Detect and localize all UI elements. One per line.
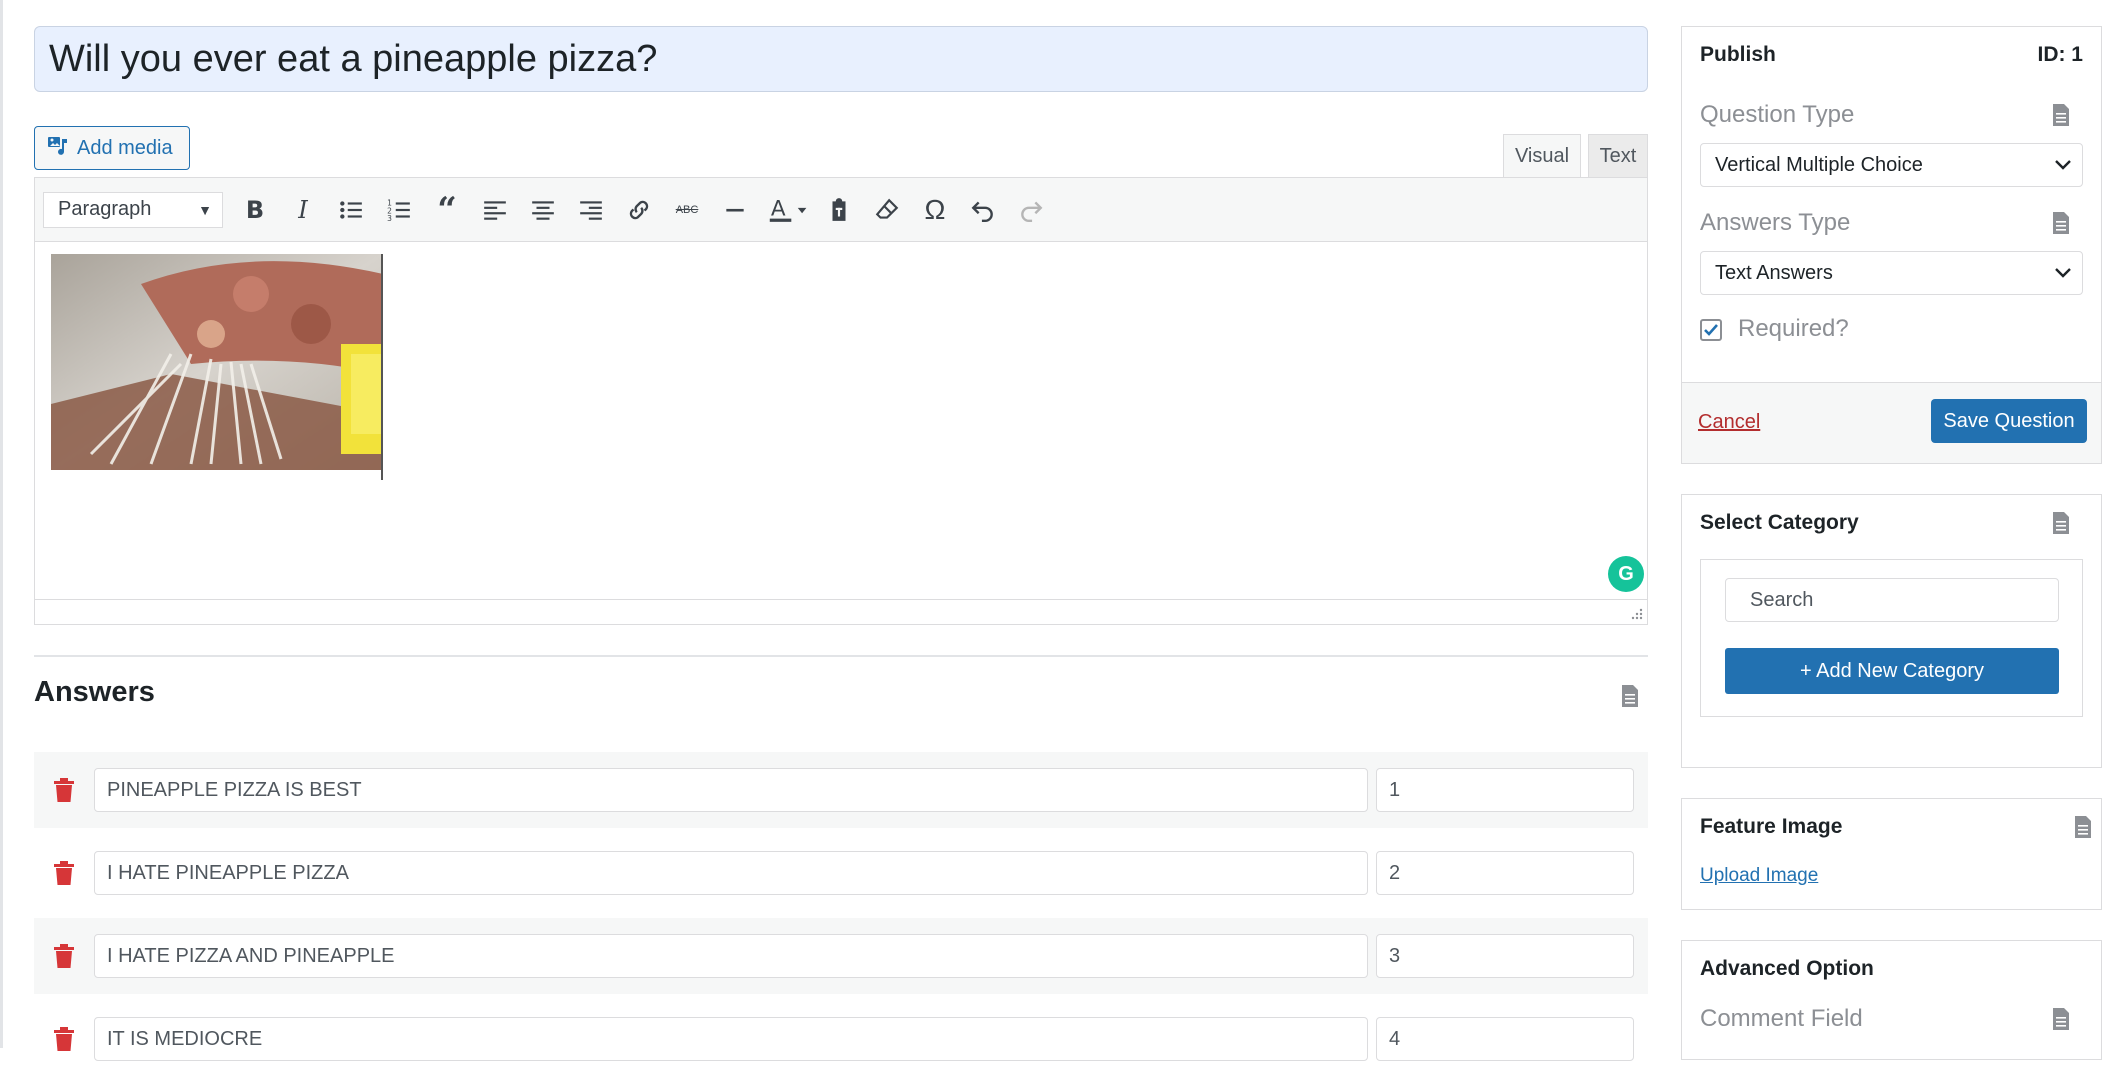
add-media-button[interactable]: Add media [34, 126, 190, 170]
document-icon[interactable] [1620, 684, 1640, 708]
chevron-down-icon [2054, 262, 2072, 285]
trash-icon[interactable] [34, 778, 94, 802]
text-cursor [381, 254, 383, 480]
answer-text-input[interactable]: IT IS MEDIOCRE [94, 1017, 1368, 1061]
resize-handle-icon[interactable] [1629, 606, 1643, 620]
undo-icon[interactable] [959, 188, 1007, 232]
document-icon[interactable] [2051, 103, 2071, 127]
pizza-image[interactable] [51, 254, 383, 470]
caret-down-icon: ▼ [198, 201, 212, 218]
checkmark-icon [1704, 324, 1718, 336]
answer-text-input[interactable]: I HATE PIZZA AND PINEAPPLE [94, 934, 1368, 978]
add-new-category-button[interactable]: + Add New Category [1725, 648, 2059, 694]
answer-text: I HATE PIZZA AND PINEAPPLE [107, 944, 395, 967]
blockquote-icon[interactable]: “ [423, 188, 471, 232]
comment-field-label: Comment Field [1700, 1005, 1863, 1032]
publish-footer: Cancel Save Question [1682, 382, 2101, 463]
answer-weight: 3 [1389, 944, 1401, 967]
advanced-option-heading: Advanced Option [1700, 957, 1874, 980]
answer-row: PINEAPPLE PIZZA IS BEST 1 [34, 752, 1648, 828]
answer-weight: 2 [1389, 861, 1401, 884]
numbered-list-icon[interactable]: 123 [375, 188, 423, 232]
tab-text[interactable]: Text [1588, 134, 1648, 178]
document-icon[interactable] [2073, 815, 2093, 839]
redo-icon[interactable] [1007, 188, 1055, 232]
chevron-down-icon [2054, 154, 2072, 177]
category-box: Search + Add New Category [1700, 559, 2083, 717]
answer-row: I HATE PIZZA AND PINEAPPLE 3 [34, 918, 1648, 994]
answers-heading: Answers [34, 676, 155, 708]
required-label: Required? [1738, 315, 1849, 342]
trash-icon[interactable] [34, 1027, 94, 1051]
strikethrough-icon[interactable]: ABC [663, 188, 711, 232]
question-title-text: Will you ever eat a pineapple pizza? [49, 37, 658, 80]
grammarly-icon[interactable]: G [1608, 556, 1644, 592]
section-divider [34, 655, 1648, 657]
clear-formatting-icon[interactable] [863, 188, 911, 232]
save-question-button[interactable]: Save Question [1931, 399, 2087, 443]
answer-text: IT IS MEDIOCRE [107, 1027, 263, 1050]
document-icon[interactable] [2051, 211, 2071, 235]
text-color-icon[interactable]: A [759, 188, 815, 232]
publish-panel: Publish ID: 1 Question Type Vertical Mul… [1681, 26, 2102, 464]
question-type-value: Vertical Multiple Choice [1715, 153, 1923, 176]
category-panel: Select Category Search + Add New Categor… [1681, 494, 2102, 768]
answer-text: PINEAPPLE PIZZA IS BEST [107, 778, 362, 801]
cancel-link[interactable]: Cancel [1698, 411, 1760, 434]
align-center-icon[interactable] [519, 188, 567, 232]
svg-text:3: 3 [387, 213, 392, 222]
answer-text-input[interactable]: I HATE PINEAPPLE PIZZA [94, 851, 1368, 895]
editor-statusbar [35, 599, 1647, 624]
left-border [0, 0, 3, 1048]
question-id: ID: 1 [2037, 43, 2083, 66]
answer-weight-input[interactable]: 1 [1376, 768, 1634, 812]
special-character-icon[interactable]: Ω [911, 188, 959, 232]
trash-icon[interactable] [34, 861, 94, 885]
align-left-icon[interactable] [471, 188, 519, 232]
answers-type-value: Text Answers [1715, 261, 1833, 284]
answer-weight: 4 [1389, 1027, 1401, 1050]
answers-type-select[interactable]: Text Answers [1700, 251, 2083, 295]
format-select[interactable]: Paragraph ▼ [43, 191, 223, 228]
svg-text:A: A [771, 196, 786, 221]
category-search-input[interactable]: Search [1725, 578, 2059, 622]
answer-text-input[interactable]: PINEAPPLE PIZZA IS BEST [94, 768, 1368, 812]
question-type-select[interactable]: Vertical Multiple Choice [1700, 143, 2083, 187]
media-icon [47, 134, 69, 162]
bold-icon[interactable]: B [231, 188, 279, 232]
publish-heading: Publish [1700, 43, 1776, 66]
answer-weight-input[interactable]: 2 [1376, 851, 1634, 895]
answer-row: I HATE PINEAPPLE PIZZA 2 [34, 835, 1648, 911]
required-checkbox[interactable] [1700, 319, 1722, 341]
editor-toolbar: Paragraph ▼ B I 123 “ ABC A Ω [35, 178, 1647, 242]
document-icon[interactable] [2051, 511, 2071, 535]
category-search-placeholder: Search [1750, 588, 1814, 611]
answer-row: IT IS MEDIOCRE 4 [34, 1001, 1648, 1077]
bullet-list-icon[interactable] [327, 188, 375, 232]
italic-icon[interactable]: I [279, 188, 327, 232]
answer-weight-input[interactable]: 3 [1376, 934, 1634, 978]
trash-icon[interactable] [34, 944, 94, 968]
question-type-label: Question Type [1700, 101, 1855, 128]
link-icon[interactable] [615, 188, 663, 232]
align-right-icon[interactable] [567, 188, 615, 232]
format-select-value: Paragraph [58, 198, 152, 220]
feature-image-heading: Feature Image [1700, 815, 1843, 838]
answers-type-label: Answers Type [1700, 209, 1851, 236]
document-icon[interactable] [2051, 1007, 2071, 1031]
category-heading: Select Category [1700, 511, 1859, 534]
upload-image-link[interactable]: Upload Image [1700, 865, 1818, 887]
feature-image-panel: Feature Image Upload Image [1681, 798, 2102, 910]
tab-visual[interactable]: Visual [1503, 134, 1581, 178]
paste-text-icon[interactable] [815, 188, 863, 232]
advanced-option-panel: Advanced Option Comment Field [1681, 940, 2102, 1060]
answer-text: I HATE PINEAPPLE PIZZA [107, 861, 349, 884]
answer-weight-input[interactable]: 4 [1376, 1017, 1634, 1061]
horizontal-line-icon[interactable] [711, 188, 759, 232]
question-title-input[interactable]: Will you ever eat a pineapple pizza? [34, 26, 1648, 92]
answer-weight: 1 [1389, 778, 1401, 801]
add-media-label: Add media [77, 136, 173, 159]
content-editor[interactable]: Paragraph ▼ B I 123 “ ABC A Ω G [34, 177, 1648, 625]
